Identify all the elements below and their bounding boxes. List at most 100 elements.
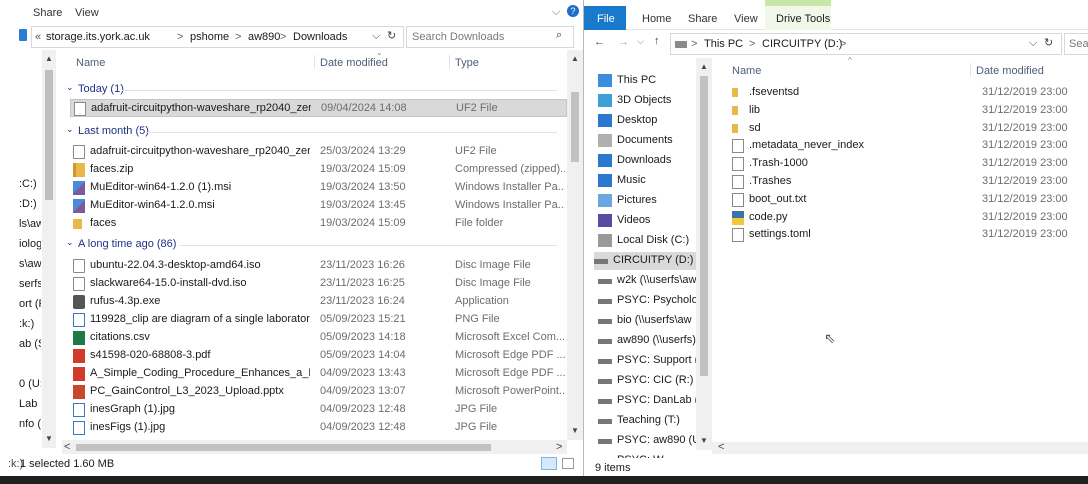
tab-drive-tools[interactable]: Drive Tools — [765, 6, 831, 30]
nav-item[interactable]: PSYC: Psycholog — [598, 292, 698, 310]
file-row[interactable]: lib 31/12/2019 23:00 — [732, 102, 1088, 120]
nav-item[interactable]: This PC — [598, 72, 698, 90]
scroll-left-icon[interactable]: < — [718, 441, 724, 453]
horizontal-scrollbar[interactable]: < > — [62, 440, 567, 454]
tab-share[interactable]: Share — [33, 7, 62, 19]
nav-item[interactable]: PSYC: Support (F — [598, 352, 698, 370]
nav-item-label[interactable]: :k:) — [19, 318, 41, 330]
file-row[interactable]: inesGraph (1).jpg 04/09/2023 12:48 JPG Fil… — [70, 401, 567, 419]
refresh-icon[interactable]: ↻ — [387, 29, 396, 42]
nav-item[interactable]: Teaching (T:) — [598, 412, 698, 430]
scroll-up-icon[interactable]: ▲ — [700, 62, 708, 71]
scroll-up-icon[interactable]: ▲ — [45, 54, 53, 63]
nav-item[interactable]: Music — [598, 172, 698, 190]
nav-item-label[interactable]: ab (S: — [19, 338, 41, 350]
nav-item[interactable]: Downloads — [598, 152, 698, 170]
file-row[interactable]: .metadata_never_index 31/12/2019 23:00 — [732, 137, 1088, 155]
column-header-date[interactable]: Date modified — [976, 65, 1044, 77]
nav-item-label[interactable]: :C:) — [19, 178, 41, 190]
details-view-icon[interactable] — [541, 457, 557, 470]
file-row[interactable]: MuEditor-win64-1.2.0.msi 19/03/2024 13:45… — [70, 197, 567, 215]
file-row[interactable]: boot_out.txt 31/12/2019 23:00 — [732, 191, 1088, 209]
nav-item-label[interactable]: Lab ( — [19, 398, 41, 410]
file-row[interactable]: faces 19/03/2024 15:09 File folder — [70, 215, 567, 233]
scroll-down-icon[interactable]: ▼ — [45, 434, 53, 443]
file-row[interactable]: .Trash-1000 31/12/2019 23:00 — [732, 155, 1088, 173]
help-icon[interactable]: ? — [567, 5, 579, 17]
file-row[interactable]: .Trashes 31/12/2019 23:00 — [732, 173, 1088, 191]
chevron-down-icon[interactable]: ⌵ — [1029, 37, 1037, 50]
file-row[interactable]: faces.zip 19/03/2024 15:09 Compressed (zip… — [70, 161, 567, 179]
file-list-scrollbar[interactable]: ▲ ▼ — [567, 50, 583, 440]
file-row[interactable]: rufus-4.3p.exe 23/11/2023 16:24 Applicatio… — [70, 293, 567, 311]
tab-share[interactable]: Share — [688, 13, 717, 25]
nav-item-label[interactable]: ort (F — [19, 298, 41, 310]
search-box[interactable]: Sear — [1064, 33, 1088, 55]
breadcrumb[interactable]: > This PC > CIRCUITPY (D:) > ⌵ ↻ — [670, 33, 1062, 55]
column-header-date[interactable]: Date modified — [320, 57, 388, 69]
nav-item-label[interactable]: serfs) — [19, 278, 41, 290]
nav-item-label[interactable]: 0 (U:) — [19, 378, 41, 390]
file-row[interactable]: inesFigs (1).jpg 04/09/2023 12:48 JPG File — [70, 419, 567, 437]
breadcrumb-item-circuitpy[interactable]: CIRCUITPY (D:) — [762, 38, 842, 50]
breadcrumb-item-this-pc[interactable]: This PC — [704, 38, 743, 50]
tab-view[interactable]: View — [734, 13, 758, 25]
nav-item[interactable]: Pictures — [598, 192, 698, 210]
nav-item[interactable]: bio (\\userfs\aw — [598, 312, 698, 330]
nav-item[interactable]: aw890 (\\userfs) — [598, 332, 698, 350]
search-input[interactable]: Sear — [1069, 38, 1088, 50]
folder-up-icon[interactable] — [19, 29, 27, 41]
scroll-up-icon[interactable]: ▲ — [571, 54, 579, 63]
file-row[interactable]: slackware64-15.0-install-dvd.iso 23/11/20… — [70, 275, 567, 293]
file-row[interactable]: adafruit-circuitpython-waveshare_rp2040_… — [70, 143, 567, 161]
scrollbar-thumb[interactable] — [45, 70, 53, 200]
breadcrumb-item-server[interactable]: storage.its.york.ac.uk — [46, 31, 150, 43]
file-row[interactable]: A_Simple_Coding_Procedure_Enhances_a_Neu… — [70, 365, 567, 383]
forward-icon[interactable]: → — [618, 36, 629, 48]
file-row[interactable]: settings.toml 31/12/2019 23:00 — [732, 226, 1088, 244]
breadcrumb-overflow[interactable]: « — [35, 31, 41, 43]
chevron-down-icon[interactable]: ⌄ — [66, 237, 74, 248]
file-row[interactable]: PC_GainControl_L3_2023_Upload.pptx 04/09/… — [70, 383, 567, 401]
nav-item[interactable]: Videos — [598, 212, 698, 230]
tab-home[interactable]: Home — [642, 13, 671, 25]
tab-view[interactable]: View — [75, 7, 99, 19]
file-row[interactable]: MuEditor-win64-1.2.0 (1).msi 19/03/2024 1… — [70, 179, 567, 197]
nav-item[interactable]: Desktop — [598, 112, 698, 130]
file-row[interactable]: sd 31/12/2019 23:00 — [732, 120, 1088, 138]
column-header-name[interactable]: Name — [76, 57, 105, 69]
column-header-name[interactable]: Name — [732, 65, 761, 77]
nav-item-label[interactable]: iolog — [19, 238, 41, 250]
horizontal-scrollbar[interactable]: < — [712, 441, 1088, 454]
nav-item[interactable]: PSYC: CIC (R:) — [598, 372, 698, 390]
tab-file[interactable]: File — [584, 6, 626, 30]
navigation-scrollbar[interactable]: ▲ ▼ — [696, 58, 712, 450]
nav-item[interactable]: PSYC: DanLab (S: — [598, 392, 698, 410]
nav-item[interactable]: w2k (\\userfs\aw — [598, 272, 698, 290]
scrollbar-thumb[interactable] — [700, 76, 708, 376]
navigation-scrollbar[interactable]: ▲ ▼ — [42, 50, 56, 448]
file-row[interactable]: .fseventsd 31/12/2019 23:00 — [732, 84, 1088, 102]
search-icon[interactable]: ⌕ — [556, 29, 562, 42]
nav-item[interactable]: Documents — [598, 132, 698, 150]
nav-item-label[interactable]: ls\aw — [19, 218, 41, 230]
recent-dropdown-icon[interactable]: ⌵ — [637, 36, 644, 47]
refresh-icon[interactable]: ↻ — [1044, 36, 1053, 49]
breadcrumb-item-aw890[interactable]: aw890 — [248, 31, 280, 43]
scroll-right-icon[interactable]: > — [556, 441, 562, 453]
file-row[interactable]: citations.csv 05/09/2023 14:18 Microsoft E… — [70, 329, 567, 347]
chevron-down-icon[interactable]: ⌄ — [66, 82, 74, 93]
ribbon-expand-icon[interactable]: ⌵ — [552, 6, 560, 19]
nav-item[interactable]: Local Disk (C:) — [598, 232, 698, 250]
search-input[interactable]: Search Downloads — [412, 31, 504, 43]
chevron-down-icon[interactable]: ⌄ — [66, 124, 74, 135]
scroll-down-icon[interactable]: ▼ — [571, 426, 579, 435]
nav-item[interactable]: CIRCUITPY (D:) — [594, 252, 696, 270]
back-icon[interactable]: ← — [594, 36, 605, 48]
large-icons-view-icon[interactable] — [562, 458, 574, 469]
nav-item[interactable]: PSYC: aw890 (U:) — [598, 432, 698, 450]
breadcrumb-item-pshome[interactable]: pshome — [190, 31, 229, 43]
search-box[interactable]: Search Downloads ⌕ — [406, 26, 574, 48]
column-header-type[interactable]: Type — [455, 57, 479, 69]
file-row[interactable]: s41598-020-68808-3.pdf 05/09/2023 14:04 Mi… — [70, 347, 567, 365]
